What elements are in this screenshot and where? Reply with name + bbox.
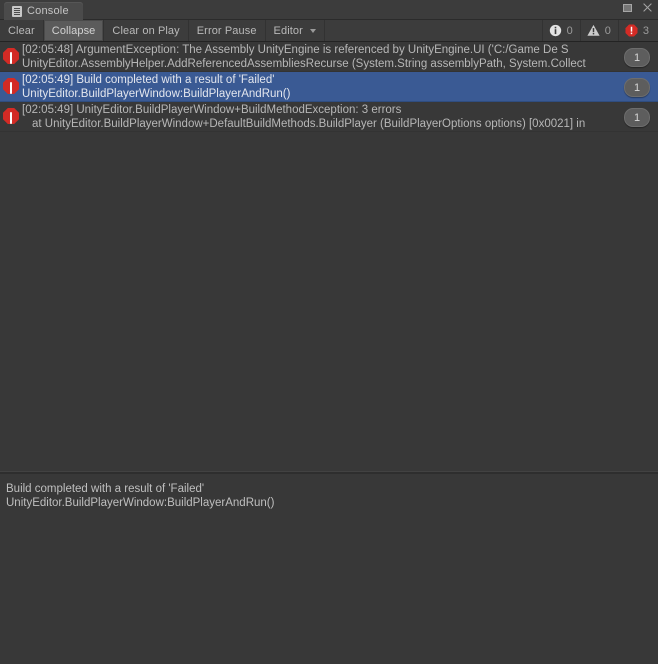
log-entry[interactable]: [02:05:49] Build completed with a result… <box>0 72 658 102</box>
console-icon <box>12 5 22 17</box>
log-entry-severity <box>0 44 22 64</box>
log-entry-line-2: UnityEditor.BuildPlayerWindow:BuildPlaye… <box>22 87 291 100</box>
collapse-count-badge: 1 <box>624 48 650 67</box>
chevron-down-icon <box>309 28 316 33</box>
collapse-toggle[interactable]: Collapse <box>43 20 105 41</box>
warning-counter[interactable]: 0 <box>579 20 618 41</box>
log-entry-severity <box>0 74 22 94</box>
clear-button[interactable]: Clear <box>0 20 44 41</box>
error-pause-toggle[interactable]: Error Pause <box>189 20 266 41</box>
warning-count: 0 <box>604 24 611 37</box>
window-titlebar: Console <box>0 0 658 20</box>
error-icon <box>3 78 19 94</box>
error-icon <box>3 48 19 64</box>
log-entry-line-2: UnityEditor.AssemblyHelper.AddReferenced… <box>22 57 586 70</box>
error-count: 3 <box>642 24 649 37</box>
error-pause-label: Error Pause <box>196 24 257 37</box>
log-entry[interactable]: [02:05:49] UnityEditor.BuildPlayerWindow… <box>0 102 658 132</box>
console-toolbar: Clear Collapse Clear on Play Error Pause… <box>0 20 658 42</box>
detail-line-2: UnityEditor.BuildPlayerWindow:BuildPlaye… <box>6 497 275 509</box>
log-entry-line-1: [02:05:49] Build completed with a result… <box>22 74 275 86</box>
clear-button-label: Clear <box>8 24 35 37</box>
clear-on-play-toggle[interactable]: Clear on Play <box>104 20 189 41</box>
tab-console[interactable]: Console <box>4 2 83 20</box>
collapse-count-badge: 1 <box>624 108 650 127</box>
error-counter[interactable]: 3 <box>617 20 656 41</box>
error-icon <box>625 24 638 37</box>
clear-on-play-label: Clear on Play <box>112 24 180 37</box>
error-icon <box>3 108 19 124</box>
tab-console-label: Console <box>27 5 69 17</box>
editor-dropdown-label: Editor <box>273 24 303 37</box>
log-entry-line-1: [02:05:49] UnityEditor.BuildPlayerWindow… <box>22 104 402 116</box>
collapse-count-badge: 1 <box>624 78 650 97</box>
log-detail-panel[interactable]: Build completed with a result of 'Failed… <box>0 474 658 664</box>
message-counters: 0 0 3 <box>541 20 656 41</box>
maximize-icon[interactable] <box>622 2 633 13</box>
log-entry-text: [02:05:48] ArgumentException: The Assemb… <box>22 44 658 71</box>
log-entry-list[interactable]: [02:05:48] ArgumentException: The Assemb… <box>0 42 658 471</box>
info-counter[interactable]: 0 <box>541 20 580 41</box>
log-entry-text: [02:05:49] Build completed with a result… <box>22 74 658 101</box>
log-entry-severity <box>0 104 22 124</box>
editor-dropdown[interactable]: Editor <box>266 20 325 41</box>
close-icon[interactable] <box>642 2 653 13</box>
log-entry-line-2: at UnityEditor.BuildPlayerWindow+Default… <box>32 117 586 130</box>
log-entry-line-1: [02:05:48] ArgumentException: The Assemb… <box>22 44 569 56</box>
log-entry-text: [02:05:49] UnityEditor.BuildPlayerWindow… <box>22 104 658 131</box>
window-controls <box>622 2 653 13</box>
collapse-toggle-label: Collapse <box>51 24 96 37</box>
console-window: Console Clear Collapse Clear on Play Err… <box>0 0 658 664</box>
info-count: 0 <box>566 24 573 37</box>
warning-icon <box>587 24 600 36</box>
log-entry[interactable]: [02:05:48] ArgumentException: The Assemb… <box>0 42 658 72</box>
info-icon <box>549 24 561 37</box>
detail-line-1: Build completed with a result of 'Failed… <box>6 483 205 495</box>
